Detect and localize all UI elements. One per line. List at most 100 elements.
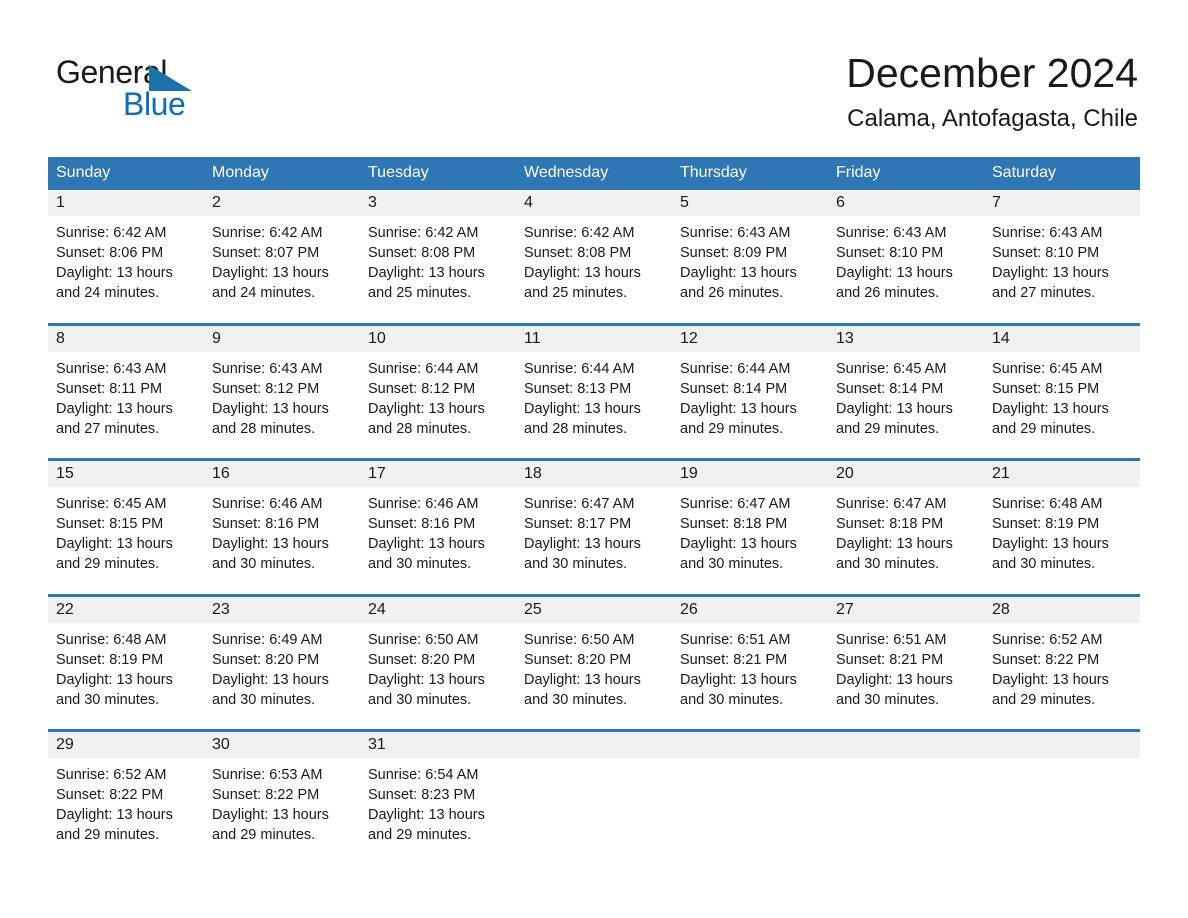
- day-number[interactable]: 7: [984, 190, 1140, 216]
- daylight-text-line2: and 29 minutes.: [212, 827, 316, 843]
- day-cell[interactable]: Sunrise: 6:45 AM Sunset: 8:15 PM Dayligh…: [48, 487, 204, 595]
- sunset-text: Sunset: 8:10 PM: [992, 245, 1100, 261]
- sunrise-text: Sunrise: 6:43 AM: [992, 225, 1103, 241]
- day-cell[interactable]: Sunrise: 6:49 AM Sunset: 8:20 PM Dayligh…: [204, 622, 360, 731]
- day-number-empty: [672, 729, 828, 758]
- day-cell[interactable]: Sunrise: 6:43 AM Sunset: 8:12 PM Dayligh…: [204, 351, 360, 460]
- day-cell[interactable]: Sunrise: 6:52 AM Sunset: 8:22 PM Dayligh…: [984, 622, 1140, 731]
- day-cell[interactable]: Sunrise: 6:52 AM Sunset: 8:22 PM Dayligh…: [48, 758, 204, 860]
- title-block: December 2024 Calama, Antofagasta, Chile: [206, 48, 1138, 136]
- sunset-text: Sunset: 8:11 PM: [56, 380, 163, 397]
- daylight-text-line2: and 28 minutes.: [524, 420, 628, 437]
- day-cell[interactable]: Sunrise: 6:42 AM Sunset: 8:08 PM Dayligh…: [516, 216, 672, 324]
- daylight-text-line1: Daylight: 13 hours: [56, 536, 173, 552]
- day-number[interactable]: 8: [48, 322, 204, 352]
- sunset-text: Sunset: 8:21 PM: [680, 651, 788, 668]
- daylight-text-line2: and 26 minutes.: [836, 285, 940, 301]
- daylight-text-line2: and 29 minutes.: [992, 691, 1096, 708]
- day-cell[interactable]: Sunrise: 6:47 AM Sunset: 8:18 PM Dayligh…: [828, 487, 984, 595]
- day-number[interactable]: 27: [828, 593, 984, 623]
- day-number[interactable]: 21: [984, 458, 1140, 487]
- day-number[interactable]: 22: [48, 593, 204, 623]
- day-cell[interactable]: Sunrise: 6:50 AM Sunset: 8:20 PM Dayligh…: [516, 622, 672, 731]
- daylight-text-line1: Daylight: 13 hours: [56, 807, 173, 823]
- day-number[interactable]: 6: [828, 190, 984, 216]
- day-number[interactable]: 1: [48, 190, 204, 216]
- day-number[interactable]: 26: [672, 593, 828, 623]
- sunrise-text: Sunrise: 6:42 AM: [368, 225, 479, 241]
- daylight-text-line2: and 30 minutes.: [680, 691, 784, 708]
- day-cell[interactable]: Sunrise: 6:51 AM Sunset: 8:21 PM Dayligh…: [672, 622, 828, 731]
- daylight-text-line2: and 25 minutes.: [524, 285, 628, 301]
- day-number[interactable]: 14: [984, 322, 1140, 352]
- day-cell[interactable]: Sunrise: 6:48 AM Sunset: 8:19 PM Dayligh…: [984, 487, 1140, 595]
- day-cell[interactable]: Sunrise: 6:42 AM Sunset: 8:08 PM Dayligh…: [360, 216, 516, 324]
- day-number[interactable]: 11: [516, 322, 672, 352]
- daylight-text-line1: Daylight: 13 hours: [368, 536, 485, 552]
- day-number[interactable]: 4: [516, 190, 672, 216]
- day-number[interactable]: 29: [48, 729, 204, 758]
- day-cell[interactable]: Sunrise: 6:44 AM Sunset: 8:12 PM Dayligh…: [360, 351, 516, 460]
- day-cell[interactable]: Sunrise: 6:42 AM Sunset: 8:06 PM Dayligh…: [48, 216, 204, 324]
- sunset-text: Sunset: 8:21 PM: [836, 651, 944, 668]
- day-number[interactable]: 2: [204, 190, 360, 216]
- day-cell[interactable]: Sunrise: 6:42 AM Sunset: 8:07 PM Dayligh…: [204, 216, 360, 324]
- day-number[interactable]: 18: [516, 458, 672, 487]
- daylight-text-line1: Daylight: 13 hours: [212, 807, 329, 823]
- day-number[interactable]: 23: [204, 593, 360, 623]
- day-cell[interactable]: Sunrise: 6:43 AM Sunset: 8:09 PM Dayligh…: [672, 216, 828, 324]
- day-cell-empty: [516, 758, 672, 860]
- day-cell[interactable]: Sunrise: 6:48 AM Sunset: 8:19 PM Dayligh…: [48, 622, 204, 731]
- day-number[interactable]: 3: [360, 190, 516, 216]
- day-cell[interactable]: Sunrise: 6:53 AM Sunset: 8:22 PM Dayligh…: [204, 758, 360, 860]
- day-cell[interactable]: Sunrise: 6:50 AM Sunset: 8:20 PM Dayligh…: [360, 622, 516, 731]
- sunset-text: Sunset: 8:18 PM: [680, 516, 788, 532]
- day-cell[interactable]: Sunrise: 6:43 AM Sunset: 8:10 PM Dayligh…: [984, 216, 1140, 324]
- day-number[interactable]: 13: [828, 322, 984, 352]
- day-cell-empty: [984, 758, 1140, 860]
- week-number-row: 22 23 24 25 26 27 28: [48, 593, 1140, 623]
- day-cell[interactable]: Sunrise: 6:47 AM Sunset: 8:17 PM Dayligh…: [516, 487, 672, 595]
- day-number[interactable]: 9: [204, 322, 360, 352]
- day-number[interactable]: 25: [516, 593, 672, 623]
- day-cell[interactable]: Sunrise: 6:45 AM Sunset: 8:15 PM Dayligh…: [984, 351, 1140, 460]
- day-cell-empty: [828, 758, 984, 860]
- day-cell[interactable]: Sunrise: 6:43 AM Sunset: 8:10 PM Dayligh…: [828, 216, 984, 324]
- sunrise-text: Sunrise: 6:52 AM: [56, 767, 167, 783]
- day-number[interactable]: 16: [204, 458, 360, 487]
- day-number[interactable]: 5: [672, 190, 828, 216]
- day-number[interactable]: 19: [672, 458, 828, 487]
- day-number[interactable]: 15: [48, 458, 204, 487]
- sunset-text: Sunset: 8:16 PM: [368, 516, 476, 532]
- day-number[interactable]: 31: [360, 729, 516, 758]
- sunrise-text: Sunrise: 6:45 AM: [56, 496, 167, 512]
- day-cell[interactable]: Sunrise: 6:47 AM Sunset: 8:18 PM Dayligh…: [672, 487, 828, 595]
- day-cell[interactable]: Sunrise: 6:45 AM Sunset: 8:14 PM Dayligh…: [828, 351, 984, 460]
- day-number-empty: [828, 729, 984, 758]
- day-number[interactable]: 17: [360, 458, 516, 487]
- sunset-text: Sunset: 8:17 PM: [524, 516, 632, 532]
- daylight-text-line2: and 27 minutes.: [56, 420, 160, 437]
- day-cell[interactable]: Sunrise: 6:44 AM Sunset: 8:13 PM Dayligh…: [516, 351, 672, 460]
- day-cell[interactable]: Sunrise: 6:54 AM Sunset: 8:23 PM Dayligh…: [360, 758, 516, 860]
- day-cell[interactable]: Sunrise: 6:51 AM Sunset: 8:21 PM Dayligh…: [828, 622, 984, 731]
- day-number[interactable]: 30: [204, 729, 360, 758]
- day-cell[interactable]: Sunrise: 6:46 AM Sunset: 8:16 PM Dayligh…: [204, 487, 360, 595]
- sunrise-text: Sunrise: 6:48 AM: [992, 496, 1103, 512]
- day-cell[interactable]: Sunrise: 6:44 AM Sunset: 8:14 PM Dayligh…: [672, 351, 828, 460]
- day-cell[interactable]: Sunrise: 6:43 AM Sunset: 8:11 PM Dayligh…: [48, 351, 204, 460]
- daylight-text-line1: Daylight: 13 hours: [212, 536, 329, 552]
- page-title: December 2024: [846, 50, 1138, 96]
- day-number[interactable]: 28: [984, 593, 1140, 623]
- day-number[interactable]: 10: [360, 322, 516, 352]
- day-number[interactable]: 12: [672, 322, 828, 352]
- day-number[interactable]: 24: [360, 593, 516, 623]
- daylight-text-line2: and 30 minutes.: [56, 691, 160, 708]
- daylight-text-line1: Daylight: 13 hours: [524, 265, 641, 281]
- day-cell[interactable]: Sunrise: 6:46 AM Sunset: 8:16 PM Dayligh…: [360, 487, 516, 595]
- daylight-text-line2: and 26 minutes.: [680, 285, 784, 301]
- daylight-text-line2: and 24 minutes.: [212, 285, 316, 301]
- daylight-text-line1: Daylight: 13 hours: [368, 400, 485, 417]
- week-number-row: 8 9 10 11 12 13 14: [48, 322, 1140, 352]
- day-number[interactable]: 20: [828, 458, 984, 487]
